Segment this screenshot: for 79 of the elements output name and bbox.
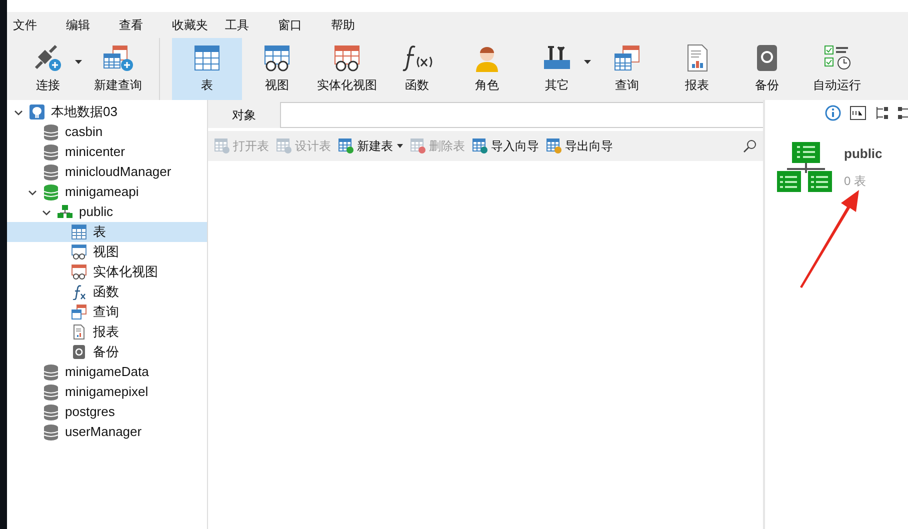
menu-item[interactable]: 窗口 xyxy=(277,16,330,34)
view-icon xyxy=(71,264,87,280)
menu-item[interactable]: 帮助 xyxy=(330,16,383,34)
tree-item[interactable]: minigameapi xyxy=(7,182,207,202)
backup-icon xyxy=(71,344,87,360)
toolbar-button[interactable]: 实体化视图 xyxy=(312,38,382,100)
database-icon xyxy=(43,404,59,420)
tree-item[interactable]: 报表 xyxy=(7,322,207,342)
tree-item[interactable]: 视图 xyxy=(7,242,207,262)
toolbar-button[interactable]: 连接 xyxy=(13,38,83,100)
toolbar-button[interactable]: 自动运行 xyxy=(802,38,872,100)
diagram-icon[interactable] xyxy=(898,106,908,120)
query-icon xyxy=(71,304,87,320)
diagram-icon[interactable] xyxy=(875,106,889,120)
database-icon xyxy=(43,424,59,440)
table-count: 0 表 xyxy=(844,172,868,190)
tree-item[interactable]: 表 xyxy=(7,222,207,242)
caret-icon[interactable] xyxy=(75,60,82,64)
database-icon xyxy=(43,164,59,180)
menu-item[interactable]: 工具 xyxy=(224,16,277,34)
database-icon xyxy=(43,144,59,160)
tree-item[interactable]: userManager xyxy=(7,422,207,442)
new-query-icon xyxy=(102,44,134,72)
toolbar-button[interactable]: 报表 xyxy=(662,38,732,100)
menu-item[interactable]: 查看 xyxy=(118,16,171,34)
toolbar-button[interactable]: 新建表 xyxy=(338,135,393,157)
tree-item[interactable]: minicloudManager xyxy=(7,162,207,182)
chevron-down-icon[interactable] xyxy=(14,108,22,116)
tree-item[interactable]: 备份 xyxy=(7,342,207,362)
table-icon xyxy=(472,138,488,154)
chevron-down-icon[interactable] xyxy=(42,208,50,216)
table-icon xyxy=(546,138,562,154)
info-icon[interactable] xyxy=(825,105,841,121)
tree-item[interactable]: casbin xyxy=(7,122,207,142)
tree-item[interactable]: 实体化视图 xyxy=(7,262,207,282)
table-icon xyxy=(71,224,87,240)
function-icon xyxy=(71,284,87,300)
function-icon xyxy=(401,44,433,72)
database-icon xyxy=(43,384,59,400)
database-icon xyxy=(43,364,59,380)
tree-item[interactable]: minigameData xyxy=(7,362,207,382)
toolbar-button[interactable]: 函数 xyxy=(382,38,452,100)
schema-icon xyxy=(777,142,835,192)
chevron-down-icon[interactable] xyxy=(28,188,36,196)
table-icon xyxy=(338,138,354,154)
tree-item[interactable]: postgres xyxy=(7,402,207,422)
search-icon[interactable] xyxy=(743,139,757,153)
menu-item[interactable]: 收藏夹 xyxy=(171,16,224,34)
toolbar-button[interactable]: 查询 xyxy=(592,38,662,100)
tree-item[interactable]: 本地数据03 xyxy=(7,102,207,122)
tree-item[interactable]: 函数 xyxy=(7,282,207,302)
toolbar-button[interactable]: 备份 xyxy=(732,38,802,100)
caret-icon[interactable] xyxy=(584,60,591,64)
toolbar-button[interactable]: 表 xyxy=(172,38,242,100)
toolbar-button[interactable]: 角色 xyxy=(452,38,522,100)
toolbar-button[interactable]: 导入向导 xyxy=(472,135,539,157)
schema-name: public xyxy=(844,145,882,163)
table-icon xyxy=(410,138,426,154)
table-icon xyxy=(276,138,292,154)
toolbar-button[interactable]: 导出向导 xyxy=(546,135,613,157)
schema-icon xyxy=(57,204,73,220)
tree-item[interactable]: minigamepixel xyxy=(7,382,207,402)
tree-item[interactable]: minicenter xyxy=(7,142,207,162)
menu-item[interactable]: 文件 xyxy=(12,16,65,34)
report-icon xyxy=(71,324,87,340)
menu-item[interactable]: 编辑 xyxy=(65,16,118,34)
ddl-icon[interactable] xyxy=(850,106,866,120)
database-icon xyxy=(43,124,59,140)
table-icon xyxy=(214,138,230,154)
tree-item[interactable]: 查询 xyxy=(7,302,207,322)
tree-item[interactable]: public xyxy=(7,202,207,222)
toolbar-button[interactable]: 视图 xyxy=(242,38,312,100)
caret-icon[interactable] xyxy=(397,144,403,148)
view-icon xyxy=(71,244,87,260)
plug-icon xyxy=(32,44,64,72)
tools-icon xyxy=(541,44,573,72)
toolbar-button[interactable]: 新建查询 xyxy=(83,38,153,100)
database-icon xyxy=(43,184,59,200)
toolbar-button[interactable]: 其它 xyxy=(522,38,592,100)
